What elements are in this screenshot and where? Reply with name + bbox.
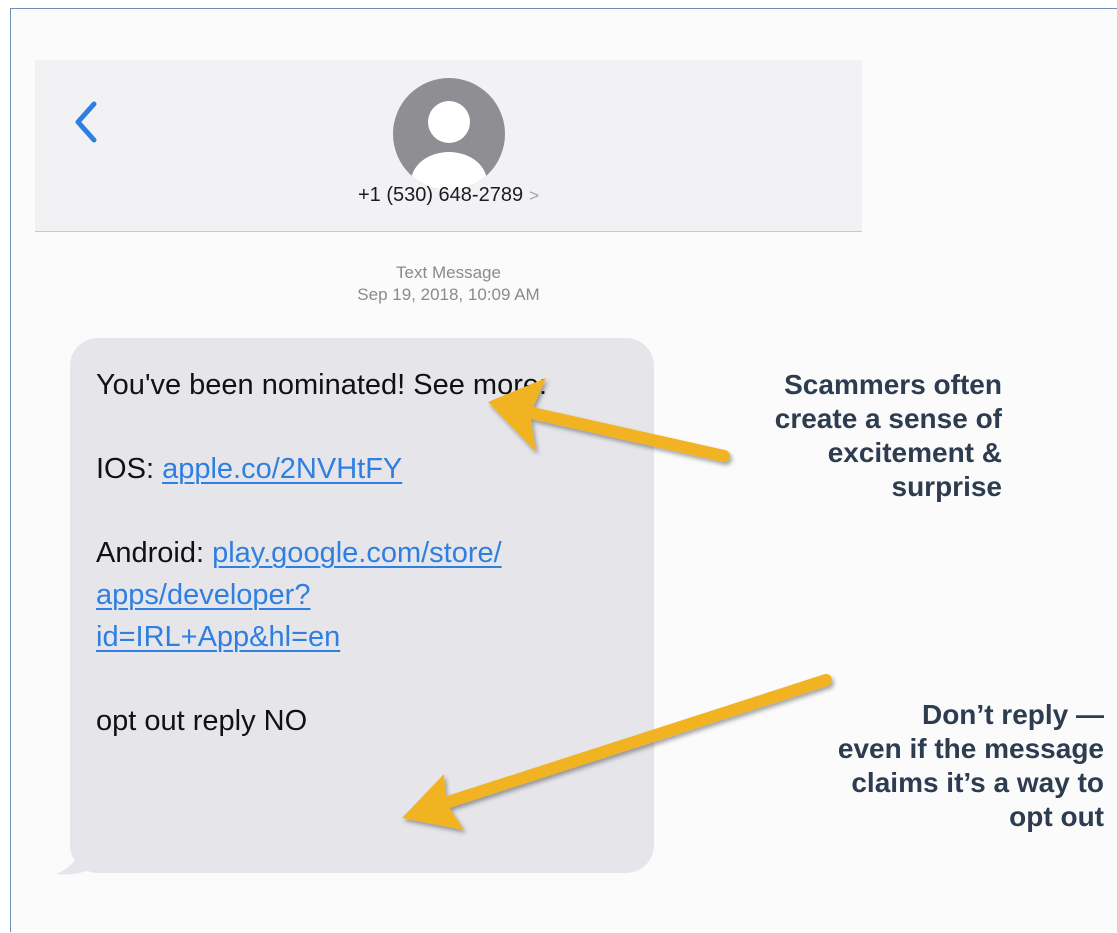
message-timestamp: Sep 19, 2018, 10:09 AM	[357, 285, 540, 304]
android-label: Android:	[96, 537, 213, 569]
contact-number: +1 (530) 648-2789	[357, 184, 524, 206]
annotation-line: Don’t reply —	[921, 699, 1104, 730]
android-link-part-2[interactable]: apps/developer?	[96, 579, 310, 611]
ios-link[interactable]: apple.co/2NVHtFY	[162, 453, 402, 485]
annotation-line: even if the message	[837, 733, 1104, 764]
annotation-excitement: Scammers often create a sense of excitem…	[690, 368, 1002, 504]
android-link-part-3[interactable]: id=IRL+App&hl=en	[96, 621, 340, 653]
message-text: You've been nominated! See more:	[96, 369, 548, 401]
conversation-header: +1 (530) 648-2789 >	[35, 60, 862, 232]
message-type-label: Text Message	[396, 263, 501, 282]
annotation-line: create a sense of	[774, 403, 1002, 434]
android-link-line-3: id=IRL+App&hl=en	[96, 616, 632, 658]
chevron-right-icon: >	[529, 186, 540, 205]
android-link-part-1[interactable]: play.google.com/store/	[212, 537, 502, 569]
ios-label: IOS:	[96, 453, 163, 485]
contact-avatar-icon[interactable]	[393, 78, 505, 190]
annotation-line: excitement &	[827, 437, 1002, 468]
chevron-left-icon[interactable]	[70, 98, 102, 146]
annotation-dont-reply: Don’t reply — even if the message claims…	[720, 698, 1104, 834]
annotation-line: opt out	[1009, 801, 1104, 832]
android-link-line-2: apps/developer?	[96, 574, 632, 616]
opt-out-text: opt out reply NO	[96, 705, 308, 737]
ios-line: IOS: apple.co/2NVHtFY	[96, 448, 632, 490]
annotation-line: surprise	[891, 471, 1003, 502]
android-line: Android: play.google.com/store/	[96, 532, 632, 574]
annotation-line: claims it’s a way to	[851, 767, 1104, 798]
incoming-message-bubble[interactable]: You've been nominated! See more: IOS: ap…	[70, 338, 654, 873]
annotation-line: Scammers often	[784, 369, 1002, 400]
contact-name-button[interactable]: +1 (530) 648-2789 >	[35, 184, 862, 207]
